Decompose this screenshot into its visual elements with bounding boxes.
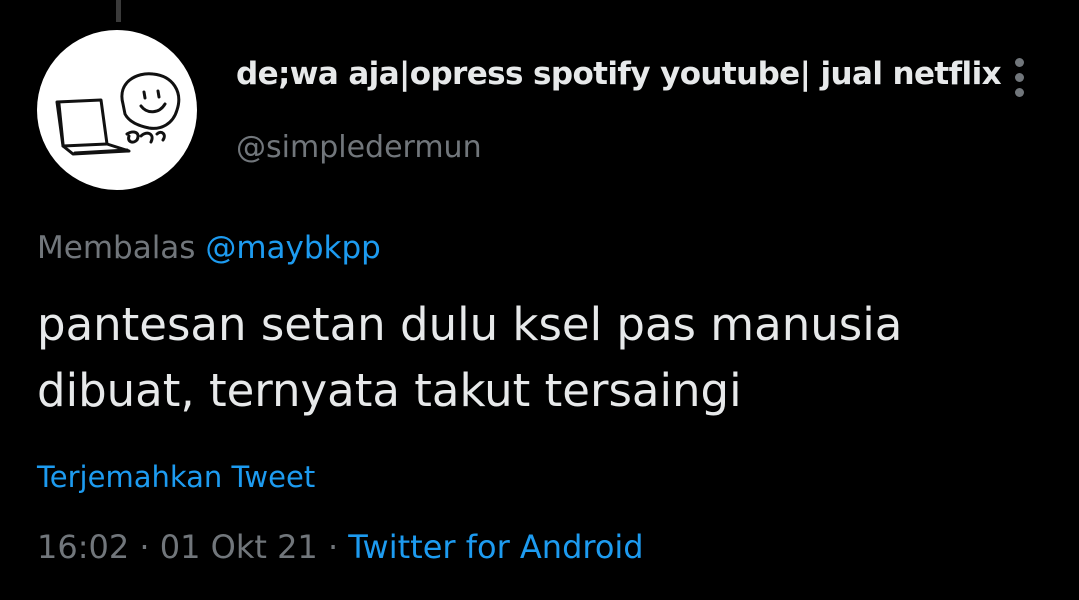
tweet-meta: 16:02 · 01 Okt 21 · Twitter for Android bbox=[37, 528, 644, 566]
tweet-text: pantesan setan dulu ksel pas manusia dib… bbox=[37, 298, 903, 417]
tweet-time: 16:02 bbox=[37, 528, 130, 566]
vertical-ellipsis-icon bbox=[1004, 56, 1036, 100]
reply-prefix: Membalas bbox=[37, 230, 196, 266]
author-display-name[interactable]: de;wa aja|opress spotify youtube| jual n… bbox=[236, 56, 1002, 92]
more-options-button[interactable] bbox=[1004, 56, 1036, 100]
author-handle[interactable]: @simpledermun bbox=[236, 130, 482, 165]
meta-separator: · bbox=[129, 528, 160, 566]
doodle-laptop-smiley-icon bbox=[55, 72, 181, 156]
tweet-date: 01 Okt 21 bbox=[159, 528, 318, 566]
meta-separator: · bbox=[317, 528, 349, 566]
translate-tweet-link[interactable]: Terjemahkan Tweet bbox=[37, 460, 315, 494]
avatar[interactable] bbox=[37, 30, 197, 190]
reply-context: Membalas @maybkpp bbox=[37, 230, 381, 266]
thread-connector-line bbox=[116, 0, 121, 22]
reply-mention-link[interactable]: @maybkpp bbox=[205, 230, 381, 266]
tweet-source-link[interactable]: Twitter for Android bbox=[348, 528, 643, 566]
